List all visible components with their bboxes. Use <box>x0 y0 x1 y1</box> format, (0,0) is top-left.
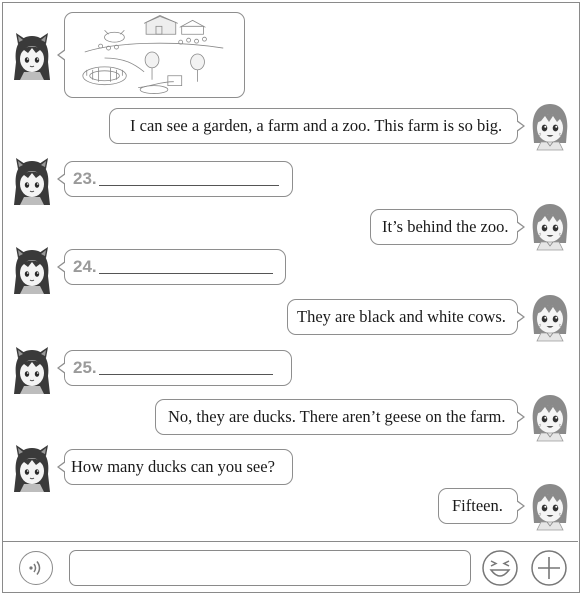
answer-blank-line <box>98 170 279 186</box>
message-bubble-right[interactable]: They are black and white cows. <box>287 299 525 335</box>
blank-bubble-25[interactable]: 25. <box>57 350 292 386</box>
blank-bubble-23[interactable]: 23. <box>57 161 293 197</box>
message-bubble-right[interactable]: It’s behind the zoo. <box>370 209 525 245</box>
avatar-bang-girl <box>528 481 572 531</box>
avatar-cat-girl <box>10 346 54 396</box>
bang-girl-avatar-icon <box>528 101 572 151</box>
blank-number: 25. <box>73 358 97 377</box>
voice-icon <box>29 561 41 575</box>
message-text: I can see a garden, a farm and a zoo. Th… <box>130 116 503 135</box>
message-text: It’s behind the zoo. <box>382 217 509 236</box>
message-text: How many ducks can you see? <box>71 457 275 476</box>
answer-blank-line <box>98 359 273 375</box>
cat-girl-avatar-icon <box>10 346 54 396</box>
cat-girl-avatar-icon <box>10 157 54 207</box>
farm-scene-image <box>82 15 224 94</box>
emoji-icon <box>482 550 518 586</box>
message-text: No, they are ducks. There aren’t geese o… <box>168 407 506 426</box>
message-bubble-right[interactable]: No, they are ducks. There aren’t geese o… <box>155 399 525 435</box>
message-text: Fifteen. <box>452 496 503 515</box>
blank-bubble-24[interactable]: 24. <box>57 249 286 285</box>
chat-window: I can see a garden, a farm and a zoo. Th… <box>2 2 580 593</box>
blank-number: 23. <box>73 169 97 188</box>
message-bubble-right[interactable]: I can see a garden, a farm and a zoo. Th… <box>109 108 525 144</box>
plus-icon <box>531 550 567 586</box>
image-message[interactable] <box>57 12 245 98</box>
bang-girl-avatar-icon <box>528 201 572 251</box>
message-bubble-right[interactable]: Fifteen. <box>438 488 525 524</box>
blank-number: 24. <box>73 257 97 276</box>
bang-girl-avatar-icon <box>528 481 572 531</box>
avatar-cat-girl <box>10 246 54 296</box>
avatar-bang-girl <box>528 101 572 151</box>
message-text: They are black and white cows. <box>297 307 506 326</box>
answer-blank-line <box>98 258 273 274</box>
input-bar <box>3 541 578 591</box>
avatar-bang-girl <box>528 392 572 442</box>
avatar-cat-girl <box>10 444 54 494</box>
bang-girl-avatar-icon <box>528 392 572 442</box>
avatar-bang-girl <box>528 292 572 342</box>
more-button[interactable] <box>530 549 568 587</box>
avatar-cat-girl <box>10 157 54 207</box>
cat-girl-avatar-icon <box>10 246 54 296</box>
cat-girl-avatar-icon <box>10 32 54 82</box>
message-input[interactable] <box>69 550 471 586</box>
message-bubble-left[interactable]: How many ducks can you see? <box>57 449 293 485</box>
avatar-bang-girl <box>528 201 572 251</box>
bang-girl-avatar-icon <box>528 292 572 342</box>
emoji-button[interactable] <box>481 549 519 587</box>
avatar-cat-girl <box>10 32 54 82</box>
cat-girl-avatar-icon <box>10 444 54 494</box>
voice-button[interactable] <box>19 551 53 585</box>
